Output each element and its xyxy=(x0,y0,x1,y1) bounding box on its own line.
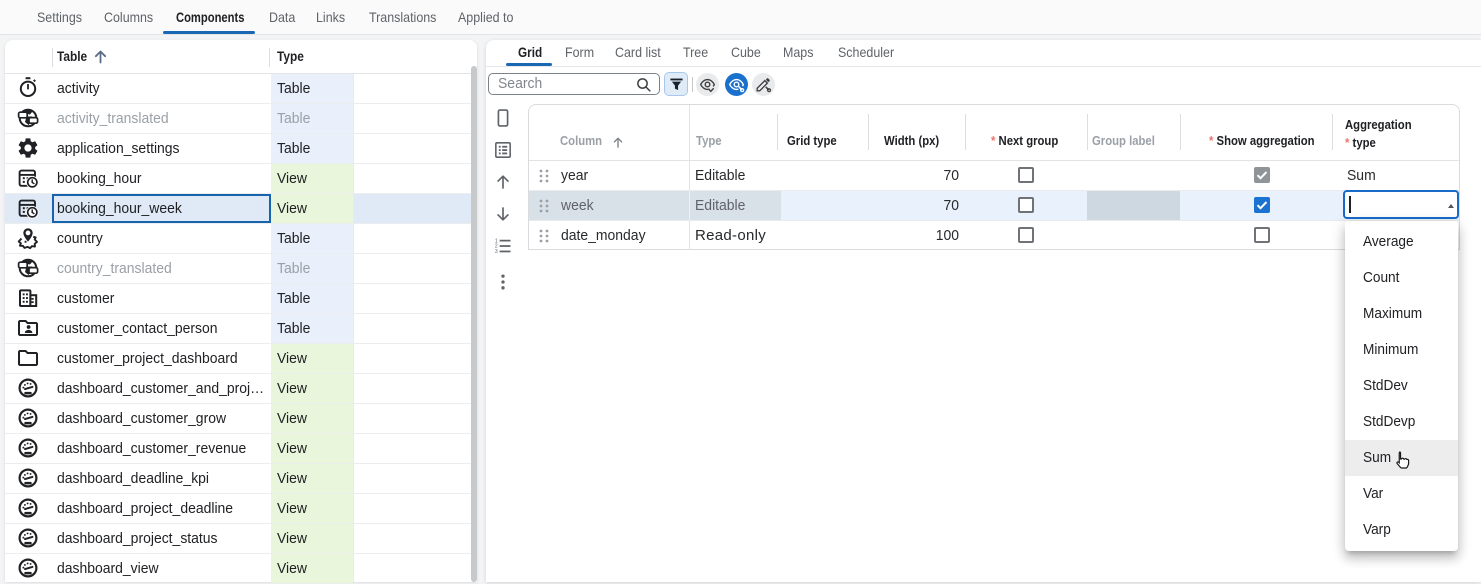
svg-text:3: 3 xyxy=(495,249,498,255)
